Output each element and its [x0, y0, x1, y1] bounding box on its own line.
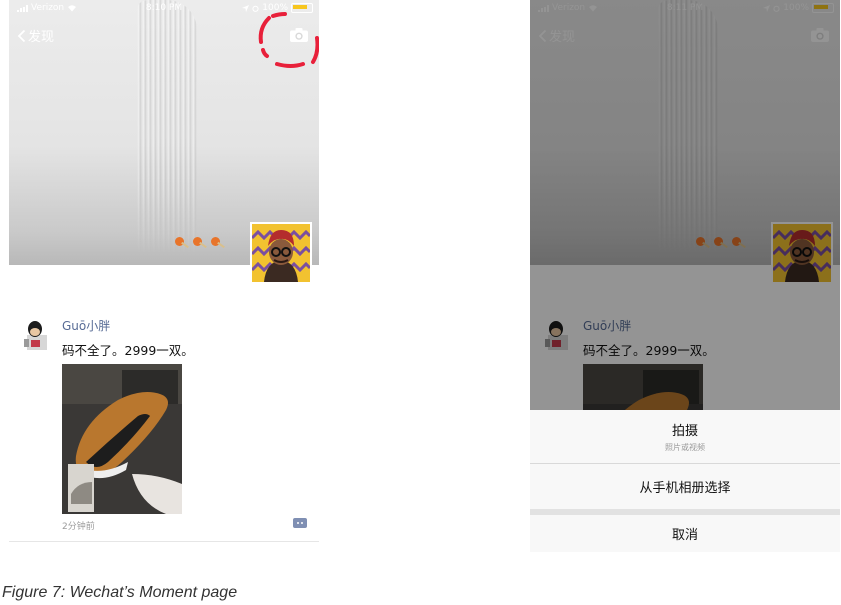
cover-paint-streak	[137, 0, 197, 255]
post-author-name[interactable]: Guō小胖	[62, 317, 110, 334]
choose-from-album-label: 从手机相册选择	[639, 481, 731, 496]
figure-caption: Figure 7: Wechat’s Moment page	[2, 584, 238, 601]
lollipop-icon	[175, 237, 189, 249]
moments-screen-right: Verizon 8:11 PM 100% 发现 Guō小胖 码不全了。2999一…	[530, 0, 840, 552]
back-button[interactable]: 发现	[17, 26, 54, 45]
lollipop-icon	[211, 237, 225, 249]
post-photo[interactable]	[62, 364, 182, 514]
take-photo-label: 拍摄	[671, 424, 698, 439]
profile-avatar[interactable]	[250, 222, 312, 284]
back-chevron-icon	[17, 29, 26, 42]
post-author-avatar[interactable]	[21, 318, 51, 352]
moments-screen-left: Verizon 8:10 PM 100% 发现 Guō小胖 码不全了。2999一…	[9, 0, 319, 552]
cancel-button[interactable]: 取消	[530, 515, 840, 552]
action-sheet: 拍摄 照片或视频 从手机相册选择 取消	[530, 410, 840, 552]
location-icon	[242, 4, 250, 12]
back-label: 发现	[28, 30, 55, 45]
highlight-circle-annotation	[258, 12, 319, 68]
take-photo-option[interactable]: 拍摄 照片或视频	[530, 410, 840, 463]
comment-icon[interactable]	[293, 518, 307, 528]
lollipop-icon	[193, 237, 207, 249]
cancel-label: 取消	[671, 528, 698, 543]
choose-from-album-option[interactable]: 从手机相册选择	[530, 464, 840, 509]
post-text: 码不全了。2999一双。	[62, 343, 194, 358]
lollipop-stickers	[175, 237, 225, 249]
post-divider	[9, 541, 319, 542]
take-photo-sublabel: 照片或视频	[665, 443, 705, 452]
post-timestamp: 2分钟前	[62, 522, 95, 532]
